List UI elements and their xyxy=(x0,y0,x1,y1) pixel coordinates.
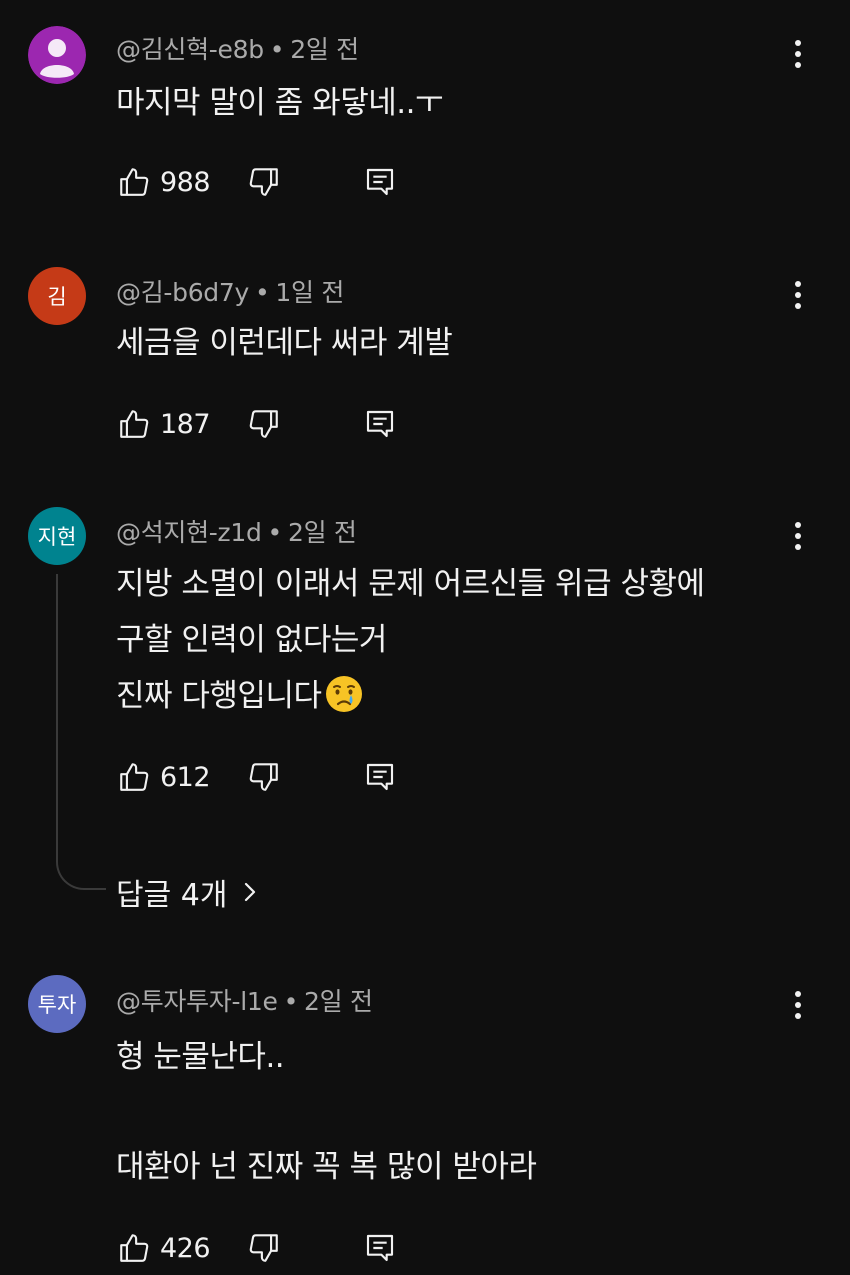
comment-text-line: 지방 소멸이 이래서 문제 어르신들 위급 상황에 xyxy=(116,566,705,602)
comment-text: 마지막 말이 좀 와닿네..ㅜ xyxy=(116,85,443,121)
replies-label: 답글 4개 xyxy=(116,878,228,913)
comment-author[interactable]: @석지현-z1d xyxy=(116,518,262,547)
more-vertical-icon[interactable] xyxy=(784,518,812,554)
comment-text-segment: 진짜 다행입니다 xyxy=(116,678,322,714)
thumbs-up-icon[interactable] xyxy=(116,406,152,442)
comment-actions: 988 xyxy=(116,162,398,202)
reply-icon[interactable] xyxy=(362,164,398,200)
default-avatar-icon xyxy=(28,26,86,84)
comment-actions: 612 xyxy=(116,757,398,797)
meta-separator: • xyxy=(267,518,283,547)
avatar-initials: 투자 xyxy=(37,993,77,1017)
more-vertical-icon[interactable] xyxy=(784,987,812,1023)
comment-text-line: 형 눈물난다.. xyxy=(116,1039,285,1075)
crying-face-emoji xyxy=(325,676,362,712)
thumbs-down-icon[interactable] xyxy=(246,1230,282,1266)
meta-separator: • xyxy=(283,987,299,1016)
comment-meta: @김-b6d7y • 1일 전 xyxy=(116,273,344,309)
avatar-initials: 김 xyxy=(47,285,67,309)
thumbs-down-icon[interactable] xyxy=(246,406,282,442)
reply-icon[interactable] xyxy=(362,406,398,442)
avatar[interactable]: 투자 xyxy=(28,975,86,1033)
comment-author[interactable]: @투자투자-l1e xyxy=(116,987,278,1016)
reply-icon[interactable] xyxy=(362,759,398,795)
comment-text: 세금을 이런데다 써라 계발 xyxy=(116,325,453,361)
comment-text-line: 진짜 다행입니다 xyxy=(116,669,364,724)
comment-time: 2일 전 xyxy=(287,518,357,547)
avatar[interactable]: 지현 xyxy=(28,507,86,565)
comment-actions: 187 xyxy=(116,404,398,444)
comment-meta: @석지현-z1d • 2일 전 xyxy=(116,513,357,549)
meta-separator: • xyxy=(254,278,270,307)
avatar[interactable] xyxy=(28,26,86,84)
comment-meta: @투자투자-l1e • 2일 전 xyxy=(116,982,373,1018)
like-count: 426 xyxy=(160,1232,211,1264)
like-count: 612 xyxy=(160,761,211,793)
view-replies-button[interactable]: 답글 4개 xyxy=(116,870,257,914)
like-count: 988 xyxy=(160,166,211,198)
chevron-right-icon xyxy=(243,880,257,904)
comment-meta: @김신혁-e8b • 2일 전 xyxy=(116,30,359,66)
like-count: 187 xyxy=(160,408,211,440)
thumbs-up-icon[interactable] xyxy=(116,164,152,200)
thumbs-up-icon[interactable] xyxy=(116,1230,152,1266)
more-vertical-icon[interactable] xyxy=(784,36,812,72)
more-vertical-icon[interactable] xyxy=(784,277,812,313)
reply-icon[interactable] xyxy=(362,1230,398,1266)
avatar[interactable]: 김 xyxy=(28,267,86,325)
comment-author[interactable]: @김-b6d7y xyxy=(116,278,249,307)
comment-time: 1일 전 xyxy=(275,278,345,307)
comment-author[interactable]: @김신혁-e8b xyxy=(116,35,264,64)
comment-actions: 426 xyxy=(116,1228,398,1268)
meta-separator: • xyxy=(269,35,285,64)
thumbs-up-icon[interactable] xyxy=(116,759,152,795)
comment-text-line: 대환아 넌 진짜 꼭 복 많이 받아라 xyxy=(116,1149,537,1185)
avatar-initials: 지현 xyxy=(37,525,77,549)
thumbs-down-icon[interactable] xyxy=(246,759,282,795)
comment-time: 2일 전 xyxy=(290,35,359,64)
thumbs-down-icon[interactable] xyxy=(246,164,282,200)
comment-text-line: 구할 인력이 없다는거 xyxy=(116,622,387,658)
comment-time: 2일 전 xyxy=(304,987,373,1016)
reply-thread-line xyxy=(56,574,106,890)
